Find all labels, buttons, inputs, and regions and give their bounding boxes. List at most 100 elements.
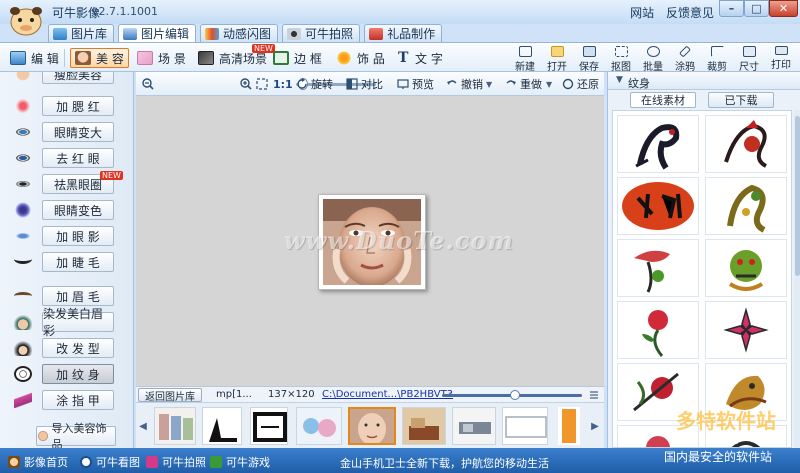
beauty-row: 加 眉 毛 (0, 286, 133, 306)
menu-icon[interactable] (588, 389, 600, 401)
photo-preview[interactable] (318, 194, 426, 290)
tab-label: 图片编辑 (141, 27, 190, 41)
undo-button[interactable]: 撤销 (446, 76, 483, 92)
material-panel-title: 纹身 (628, 77, 650, 90)
zoom-out-button[interactable] (142, 76, 157, 92)
thumbnail[interactable] (502, 407, 548, 445)
minimize-button[interactable]: – (719, 0, 744, 17)
tab-edit[interactable]: 图片编辑 (118, 24, 197, 42)
fit-button[interactable] (256, 76, 271, 92)
games-link[interactable]: 可牛游戏 (210, 454, 270, 470)
thumbnail-selected[interactable] (348, 407, 396, 445)
promo-text[interactable]: 金山手机卫士全新下载，护航您的移动生活 (340, 455, 549, 471)
print-button[interactable]: 打印 (766, 45, 796, 71)
camera-link[interactable]: 可牛拍照 (146, 454, 206, 470)
thumbnail-size-thumb[interactable] (510, 390, 520, 400)
nail-polish-button[interactable]: 涂 指 甲 (42, 390, 114, 410)
tattoo-button[interactable]: 加 纹 身 (42, 364, 114, 384)
slim-face-button[interactable]: 瘦脸美容 (42, 72, 114, 84)
rotate-button[interactable]: 旋转 (296, 76, 333, 92)
edit-icon (10, 51, 26, 65)
viewer-link[interactable]: 可牛看图 (80, 454, 140, 470)
compare-button[interactable]: 对比 (346, 76, 383, 92)
close-button[interactable]: ✕ (769, 0, 798, 17)
mode-scene[interactable]: 场 景 (137, 48, 186, 68)
doodle-button[interactable]: 涂鸦 (670, 45, 700, 73)
import-accessory-button[interactable]: 导入美容饰品 (36, 422, 116, 448)
tattoo-item[interactable] (705, 115, 787, 173)
file-path-link[interactable]: C:\Document...\PB2HBVT3 (322, 389, 453, 400)
thumbnail[interactable] (558, 407, 580, 445)
scroll-left-arrow[interactable]: ◀ (138, 413, 148, 439)
zoom-out-icon (142, 78, 154, 90)
thumbnail[interactable] (154, 407, 196, 445)
eye-color-icon (14, 202, 32, 218)
thumbnail[interactable] (452, 407, 496, 445)
open-button[interactable]: 打开 (542, 45, 572, 73)
thumbnail[interactable] (202, 407, 242, 445)
thumbnail[interactable] (296, 407, 342, 445)
home-link[interactable]: 影像首页 (8, 454, 68, 470)
feedback-link[interactable]: 反馈意见 (666, 6, 714, 20)
tab-label: 图片库 (71, 27, 108, 41)
tab-downloaded[interactable]: 已下载 (708, 92, 774, 108)
zoom-in-button[interactable] (240, 76, 255, 92)
preview-button[interactable]: 预览 (397, 76, 434, 92)
actual-size-button[interactable]: 1:1 (273, 76, 293, 92)
eye-color-button[interactable]: 眼睛变色 (42, 200, 114, 220)
mode-accessory[interactable]: 饰 品 (336, 48, 385, 68)
frame-icon (273, 51, 289, 65)
scroll-right-arrow[interactable]: ▶ (590, 413, 600, 439)
eye-shadow-button[interactable]: 加 眼 影 (42, 226, 114, 246)
collapse-arrow-icon[interactable]: ▼ (616, 75, 623, 85)
resize-button[interactable]: 尺寸 (734, 45, 764, 73)
back-to-gallery-button[interactable]: 返回图片库 (138, 388, 202, 403)
tab-flash[interactable]: 动感闪图 (200, 24, 279, 42)
main-tabs: 图片库 图片编辑 动感闪图 可牛拍照 礼品制作 (48, 24, 446, 42)
file-name: mp[1... (216, 389, 252, 400)
tattoo-item[interactable] (617, 301, 699, 359)
eyebrow-button[interactable]: 加 眉 毛 (42, 286, 114, 306)
mode-edit[interactable]: 编 辑 (10, 48, 59, 68)
red-eye-button[interactable]: 去 红 眼 (42, 148, 114, 168)
save-button[interactable]: 保存 (574, 45, 604, 73)
website-link[interactable]: 网站 (630, 6, 654, 20)
new-button[interactable]: 新建 (510, 45, 540, 73)
mode-hd-scene[interactable]: 高清场景 NEW (198, 44, 275, 68)
tattoo-item[interactable] (705, 239, 787, 297)
mode-label: 文 字 (415, 51, 443, 66)
mode-text[interactable]: T 文 字 (398, 48, 443, 68)
restore-button[interactable]: 还原 (562, 76, 599, 92)
tab-camera[interactable]: 可牛拍照 (282, 24, 361, 42)
tab-label: 可牛拍照 (305, 27, 354, 41)
tattoo-item[interactable] (617, 177, 699, 235)
tab-online-materials[interactable]: 在线素材 (630, 92, 696, 108)
cutout-button[interactable]: 抠图 (606, 45, 636, 73)
thumbnail[interactable] (402, 407, 446, 445)
brush-icon (678, 45, 692, 58)
batch-button[interactable]: 批量 (638, 45, 668, 73)
tab-gift[interactable]: 礼品制作 (364, 24, 443, 42)
tattoo-item[interactable] (617, 115, 699, 173)
thumbnail[interactable] (250, 407, 288, 445)
tattoo-item[interactable] (617, 239, 699, 297)
hairstyle-button[interactable]: 改 发 型 (42, 338, 114, 358)
undo-dropdown[interactable]: ▼ (486, 76, 492, 92)
floppy-icon (582, 46, 596, 57)
printer-icon (774, 46, 788, 55)
tattoo-item[interactable] (705, 177, 787, 235)
image-canvas[interactable]: www.DuoTe.com (136, 96, 604, 386)
mode-beauty[interactable]: 美 容 (70, 48, 129, 68)
blush-button[interactable]: 加 腮 红 (42, 96, 114, 116)
redo-button[interactable]: 重做 (505, 76, 542, 92)
tattoo-item[interactable] (705, 301, 787, 359)
eye-enlarge-button[interactable]: 眼睛变大 (42, 122, 114, 142)
mode-border[interactable]: 边 框 (273, 48, 322, 68)
maximize-button[interactable]: □ (744, 0, 769, 17)
crop-button[interactable]: 裁剪 (702, 45, 732, 73)
tab-gallery[interactable]: 图片库 (48, 24, 115, 42)
hair-dye-button[interactable]: 染发美白眉彩 (42, 307, 114, 338)
eyelash-button[interactable]: 加 睫 毛 (42, 252, 114, 272)
redo-dropdown[interactable]: ▼ (546, 76, 552, 92)
material-scrollbar-thumb[interactable] (795, 116, 800, 276)
